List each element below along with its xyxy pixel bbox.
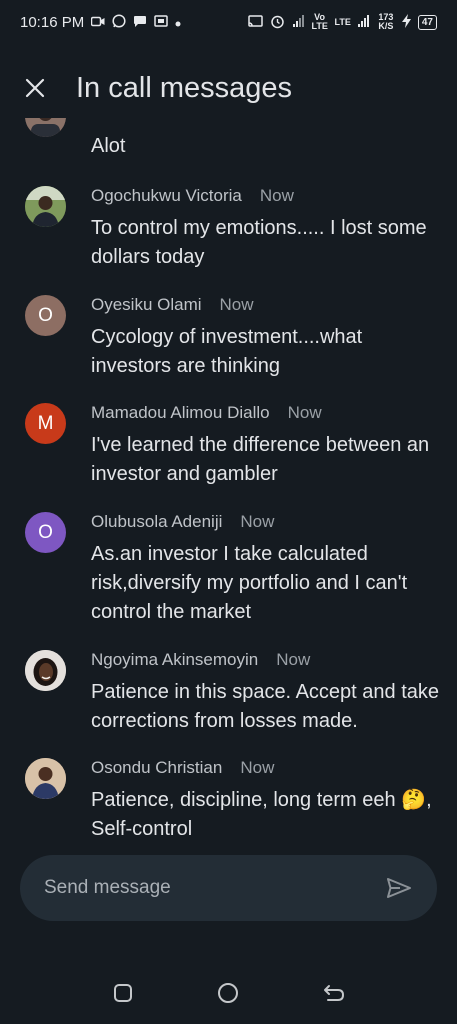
avatar xyxy=(25,758,66,799)
back-button[interactable] xyxy=(314,973,354,1013)
send-button[interactable] xyxy=(383,872,415,904)
message-text: Alot xyxy=(91,135,126,157)
chat-icon xyxy=(133,15,147,30)
system-nav-bar xyxy=(0,968,457,1018)
message-list[interactable]: Alot Ogochukwu Victoria Now To control my… xyxy=(0,118,457,850)
avatar xyxy=(25,186,66,227)
sender-name: Oyesiku Olami xyxy=(91,295,202,314)
recents-icon xyxy=(113,984,132,1002)
sender-line: Osondu Christian Now xyxy=(91,758,274,778)
message-time: Now xyxy=(276,650,311,669)
sender-name: Osondu Christian xyxy=(91,758,223,777)
send-message-input[interactable] xyxy=(42,876,383,900)
message-time: Now xyxy=(240,512,275,531)
status-bar-right: Vo LTE LTE 173 K/S 47 xyxy=(247,12,437,31)
message-composer xyxy=(20,855,437,921)
signal-icon xyxy=(292,15,305,29)
send-icon xyxy=(387,878,411,898)
header: In call messages xyxy=(0,62,457,114)
status-bar: 10:16 PM Vo LTE LTE 173 K/S 47 xyxy=(0,0,457,44)
sender-line: Ngoyima Akinsemoyin Now xyxy=(91,650,310,670)
whatsapp-icon xyxy=(112,14,126,30)
sender-line: Mamadou Alimou Diallo Now xyxy=(91,403,322,423)
home-button[interactable] xyxy=(208,973,248,1013)
alarm-icon xyxy=(270,14,285,31)
message-time: Now xyxy=(287,403,322,422)
network-speed: 173 K/S xyxy=(378,12,394,31)
message-text: I've learned the difference between an i… xyxy=(91,434,430,485)
avatar-letter: O xyxy=(38,521,53,543)
message-time: Now xyxy=(259,186,294,205)
lte-label: LTE xyxy=(334,16,351,27)
close-icon xyxy=(25,78,45,98)
message-time: Now xyxy=(219,295,254,314)
message-text: As.an investor I take calculated risk,di… xyxy=(91,543,408,623)
back-icon xyxy=(324,985,345,1001)
avatar-letter: O xyxy=(38,304,53,326)
sender-line: Olubusola Adeniji Now xyxy=(91,512,274,532)
avatar-letter: M xyxy=(37,412,54,434)
status-bar-left: 10:16 PM xyxy=(20,14,181,31)
status-time: 10:16 PM xyxy=(20,13,85,31)
video-icon xyxy=(90,16,105,29)
avatar: M xyxy=(25,403,66,444)
sender-name: Ngoyima Akinsemoyin xyxy=(91,650,259,669)
avatar: O xyxy=(25,512,66,553)
sender-line: Ogochukwu Victoria Now xyxy=(91,186,294,206)
cast-icon xyxy=(154,15,168,29)
message-text: Patience, discipline, long term eeh 🤔, S… xyxy=(91,789,432,840)
sender-name: Mamadou Alimou Diallo xyxy=(91,403,270,422)
avatar xyxy=(25,118,66,137)
avatar: O xyxy=(25,295,66,336)
message-time: Now xyxy=(240,758,275,777)
avatar xyxy=(25,650,66,691)
volte-label: Vo LTE xyxy=(311,12,328,31)
home-icon xyxy=(218,983,239,1003)
page-title: In call messages xyxy=(76,71,292,104)
screen-cast-icon xyxy=(247,15,263,29)
signal-2-icon xyxy=(357,15,370,29)
message-text: Patience in this space. Accept and take … xyxy=(91,681,439,732)
charging-bolt-icon xyxy=(401,14,411,30)
message-text: To control my emotions..... I lost some … xyxy=(91,217,427,268)
sender-name: Olubusola Adeniji xyxy=(91,512,223,531)
sender-name: Ogochukwu Victoria xyxy=(91,186,242,205)
sender-line: Oyesiku Olami Now xyxy=(91,295,254,315)
battery-level: 47 xyxy=(417,14,437,30)
close-button[interactable] xyxy=(15,68,55,108)
message-text: Cycology of investment....what investors… xyxy=(91,326,363,377)
recents-button[interactable] xyxy=(103,973,143,1013)
dot-icon xyxy=(175,16,181,29)
